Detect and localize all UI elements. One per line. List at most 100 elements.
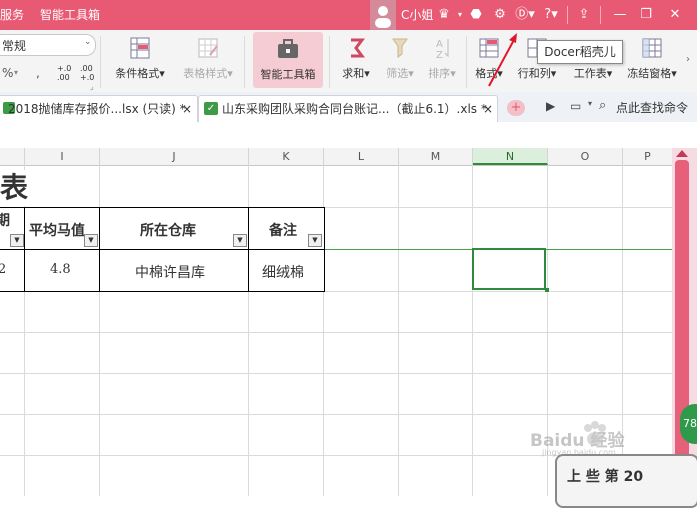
table-header-cell[interactable]: 期 ▼ — [0, 207, 26, 250]
number-format-select[interactable]: 常规 ⌄ — [0, 34, 96, 56]
sum-icon — [351, 38, 365, 58]
settings-icon[interactable]: ⚙ — [490, 5, 510, 25]
minimize-icon[interactable]: — — [610, 5, 630, 25]
maximize-icon[interactable]: ❐ — [636, 5, 656, 25]
grid-line — [398, 165, 399, 496]
play-icon[interactable]: ▶ — [546, 99, 555, 113]
freeze-panes-icon — [642, 38, 662, 58]
scroll-up-icon[interactable] — [676, 150, 688, 157]
cell-value: 4.8 — [50, 262, 71, 277]
smart-toolbox-button[interactable]: 智能工具箱 — [253, 32, 323, 88]
smart-toolbox-label: 智能工具箱 — [260, 68, 316, 81]
freeze-panes-label: 冻结窗格 — [627, 67, 672, 80]
watermark: Baidu 经验 jingyan.baidu.com — [530, 420, 690, 460]
column-header-l[interactable]: L — [324, 148, 399, 165]
divider — [100, 36, 101, 88]
column-header-m[interactable]: M — [399, 148, 473, 165]
worksheet-label: 工作表 — [573, 67, 607, 80]
document-tab-bar: 2018抛储库存报价...lsx (只读) * × ✓ 山东采购团队采购合同台账… — [0, 92, 697, 123]
number-format-value: 常规 — [2, 39, 27, 53]
divider — [600, 6, 601, 24]
table-style-label: 表格样式 — [183, 67, 228, 80]
table-header-remarks[interactable]: 备注 ▼ — [248, 207, 325, 250]
shirt-icon[interactable]: ⬣ — [466, 5, 486, 25]
toolbox-icon — [278, 39, 298, 58]
tab-title: 2018抛储库存报价...lsx (只读) * — [8, 102, 186, 116]
comment-icon[interactable]: ▭ — [570, 99, 581, 113]
tab-close-icon[interactable]: × — [182, 96, 192, 122]
filter-dropdown-icon[interactable]: ▼ — [308, 234, 322, 247]
grid-line — [0, 373, 672, 374]
restore-up-icon[interactable]: ⇪ — [574, 5, 594, 25]
column-header-partial[interactable] — [0, 148, 25, 165]
fill-handle[interactable] — [545, 288, 549, 292]
freeze-panes-button[interactable]: 冻结窗格▾ — [624, 30, 680, 92]
filter-dropdown-icon[interactable]: ▼ — [10, 234, 24, 247]
svg-text:A: A — [436, 39, 443, 50]
filter-dropdown-icon[interactable]: ▼ — [233, 234, 247, 247]
chevron-right-icon[interactable]: › — [686, 54, 690, 65]
filter-button[interactable]: 筛选▾ — [380, 30, 420, 92]
cell-value: 中棉许昌库 — [135, 265, 205, 281]
find-command-link[interactable]: 点此查找命令 — [616, 99, 688, 116]
tab-contract-ledger[interactable]: ✓ 山东采购团队采购合同台账记...（截止6.1）.xls * × — [198, 95, 498, 123]
table-cell[interactable]: 4.8 — [24, 249, 101, 292]
sum-button[interactable]: 求和▾ — [336, 30, 376, 92]
close-icon[interactable]: ✕ — [665, 5, 685, 25]
table-header-warehouse[interactable]: 所在仓库 ▼ — [99, 207, 250, 250]
table-header-avg-micronaire[interactable]: 平均马值 ▼ — [24, 207, 101, 250]
dialog-launcher-icon[interactable]: ⌟ — [90, 82, 94, 91]
divider — [567, 6, 568, 24]
increase-decimal-button[interactable]: +.0 .00 — [57, 64, 73, 82]
column-header-j[interactable]: J — [100, 148, 249, 165]
table-cell[interactable]: 中棉许昌库 — [99, 249, 250, 292]
annotation-arrow — [488, 33, 517, 87]
conditional-format-icon — [130, 37, 150, 59]
chevron-down-icon: ⌄ — [84, 37, 92, 47]
percent-button[interactable]: % — [2, 66, 13, 80]
sort-label: 排序 — [428, 67, 451, 80]
table-style-button[interactable]: 表格样式▾ — [176, 30, 240, 92]
comma-button[interactable]: , — [36, 66, 40, 80]
user-name[interactable]: C小姐 — [401, 0, 433, 30]
column-header-bar: I J K L M N O P — [0, 148, 672, 166]
sheet-title-fragment[interactable]: 表 — [0, 170, 60, 206]
grid-line — [0, 332, 672, 333]
header-fragment: 期 — [0, 213, 10, 229]
column-header-o[interactable]: O — [548, 148, 623, 165]
floating-panel[interactable]: 上 些 第 20 — [555, 454, 697, 508]
conditional-format-button[interactable]: 条件格式▾ — [108, 30, 172, 92]
grid-line — [472, 165, 473, 496]
conditional-format-label: 条件格式 — [115, 67, 160, 80]
tab-close-icon[interactable]: × — [483, 96, 493, 122]
decrease-decimal-button[interactable]: .00 +.0 — [80, 64, 96, 82]
filter-label: 筛选 — [386, 67, 409, 80]
menu-service[interactable]: 服务 — [0, 0, 24, 30]
help-button[interactable]: ?▾ — [540, 5, 562, 25]
header-label: 平均马值 — [29, 223, 85, 239]
search-icon[interactable]: ⌕ — [599, 98, 606, 113]
formula-bar[interactable] — [0, 122, 697, 149]
selected-cell[interactable] — [472, 248, 546, 290]
column-header-n-selected[interactable]: N — [473, 148, 548, 165]
grid-line — [0, 414, 672, 415]
new-tab-button[interactable]: + — [507, 100, 525, 116]
sort-az-icon: AZ — [436, 39, 449, 61]
column-header-p[interactable]: P — [623, 148, 672, 165]
docer-icon[interactable]: Ⓓ▾ — [512, 5, 538, 25]
column-header-k[interactable]: K — [249, 148, 324, 165]
divider — [466, 36, 467, 88]
table-style-icon — [198, 38, 218, 58]
table-cell[interactable]: 2 — [0, 249, 26, 292]
tab-inventory-file[interactable]: 2018抛储库存报价...lsx (只读) * × — [0, 95, 198, 123]
menu-smart-toolbox[interactable]: 智能工具箱 — [40, 0, 100, 30]
chevron-down-icon[interactable]: ▾ — [14, 68, 18, 77]
filter-dropdown-icon[interactable]: ▼ — [84, 234, 98, 247]
avatar[interactable] — [370, 0, 396, 30]
sum-label: 求和 — [342, 67, 365, 80]
column-header-i[interactable]: I — [25, 148, 100, 165]
svg-text:Z: Z — [436, 50, 443, 61]
table-cell[interactable]: 细绒棉 — [248, 249, 325, 292]
chevron-down-icon[interactable]: ▾ — [588, 99, 592, 108]
sort-button[interactable]: AZ 排序▾ — [422, 30, 462, 92]
